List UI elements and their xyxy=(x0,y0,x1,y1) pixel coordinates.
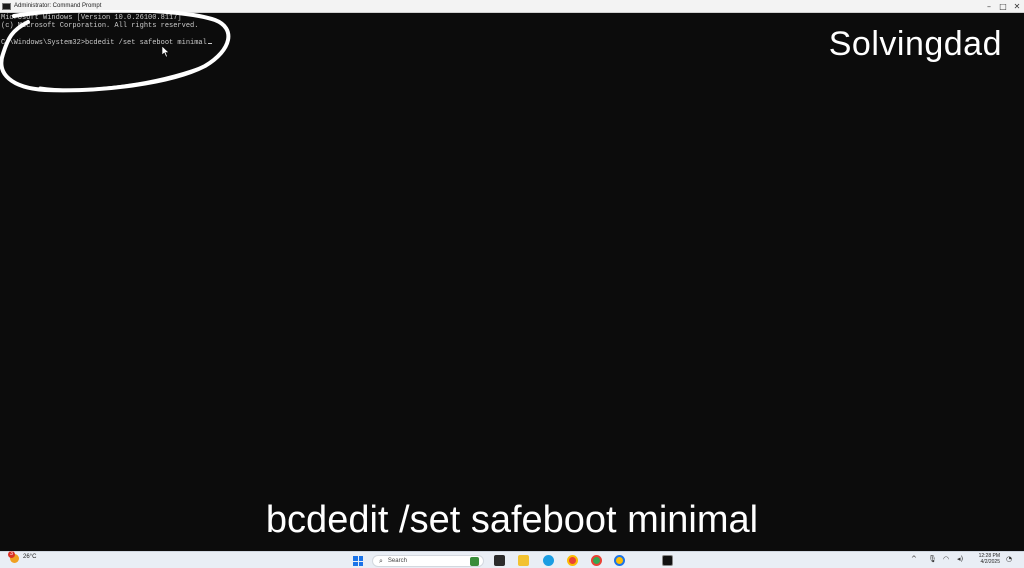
taskbar: 3 26°C ⌕ Search ^ 🎙 ◠ ◂) 12:28 PM 4/2/20… xyxy=(0,551,1024,568)
chrome-icon[interactable] xyxy=(567,555,578,566)
close-button[interactable]: ✕ xyxy=(1010,0,1024,13)
microphone-icon[interactable]: 🎙 xyxy=(928,555,937,563)
weather-temperature: 26°C xyxy=(23,553,37,560)
mouse-pointer-icon xyxy=(162,46,170,58)
chrome-profile-icon[interactable] xyxy=(591,555,602,566)
taskbar-search[interactable]: ⌕ Search xyxy=(372,555,484,567)
chevron-up-icon[interactable]: ^ xyxy=(911,555,917,563)
window-title: Administrator: Command Prompt xyxy=(14,3,102,9)
clock-date: 4/2/2025 xyxy=(980,559,1000,565)
chrome-profile-2-icon[interactable] xyxy=(614,555,625,566)
wifi-icon[interactable]: ◠ xyxy=(943,555,949,563)
caption: bcdedit /set safeboot minimal xyxy=(265,499,759,541)
command-prompt-icon xyxy=(2,2,11,10)
terminal-icon[interactable] xyxy=(662,555,673,566)
search-highlight-icon xyxy=(470,557,479,566)
minimize-button[interactable]: – xyxy=(982,0,996,13)
file-explorer-icon[interactable] xyxy=(518,555,529,566)
search-icon: ⌕ xyxy=(379,556,383,565)
highlight-ellipse xyxy=(0,10,231,93)
task-view-icon[interactable] xyxy=(494,555,505,566)
edge-icon[interactable] xyxy=(543,555,554,566)
maximize-button[interactable]: □ xyxy=(996,0,1010,13)
notification-badge: 3 xyxy=(8,551,15,558)
volume-icon[interactable]: ◂) xyxy=(957,555,963,563)
watermark: Solvingdad xyxy=(828,25,1002,63)
taskbar-clock[interactable]: 12:28 PM 4/2/2025 xyxy=(974,553,1000,565)
windows-start-icon[interactable] xyxy=(353,556,363,566)
window-controls: – □ ✕ xyxy=(982,0,1024,13)
weather-widget[interactable]: 3 26°C xyxy=(8,551,37,563)
notification-bell-icon[interactable]: ◔ xyxy=(1006,555,1012,563)
search-placeholder: Search xyxy=(387,558,407,564)
weather-sun-icon: 3 xyxy=(8,551,19,563)
